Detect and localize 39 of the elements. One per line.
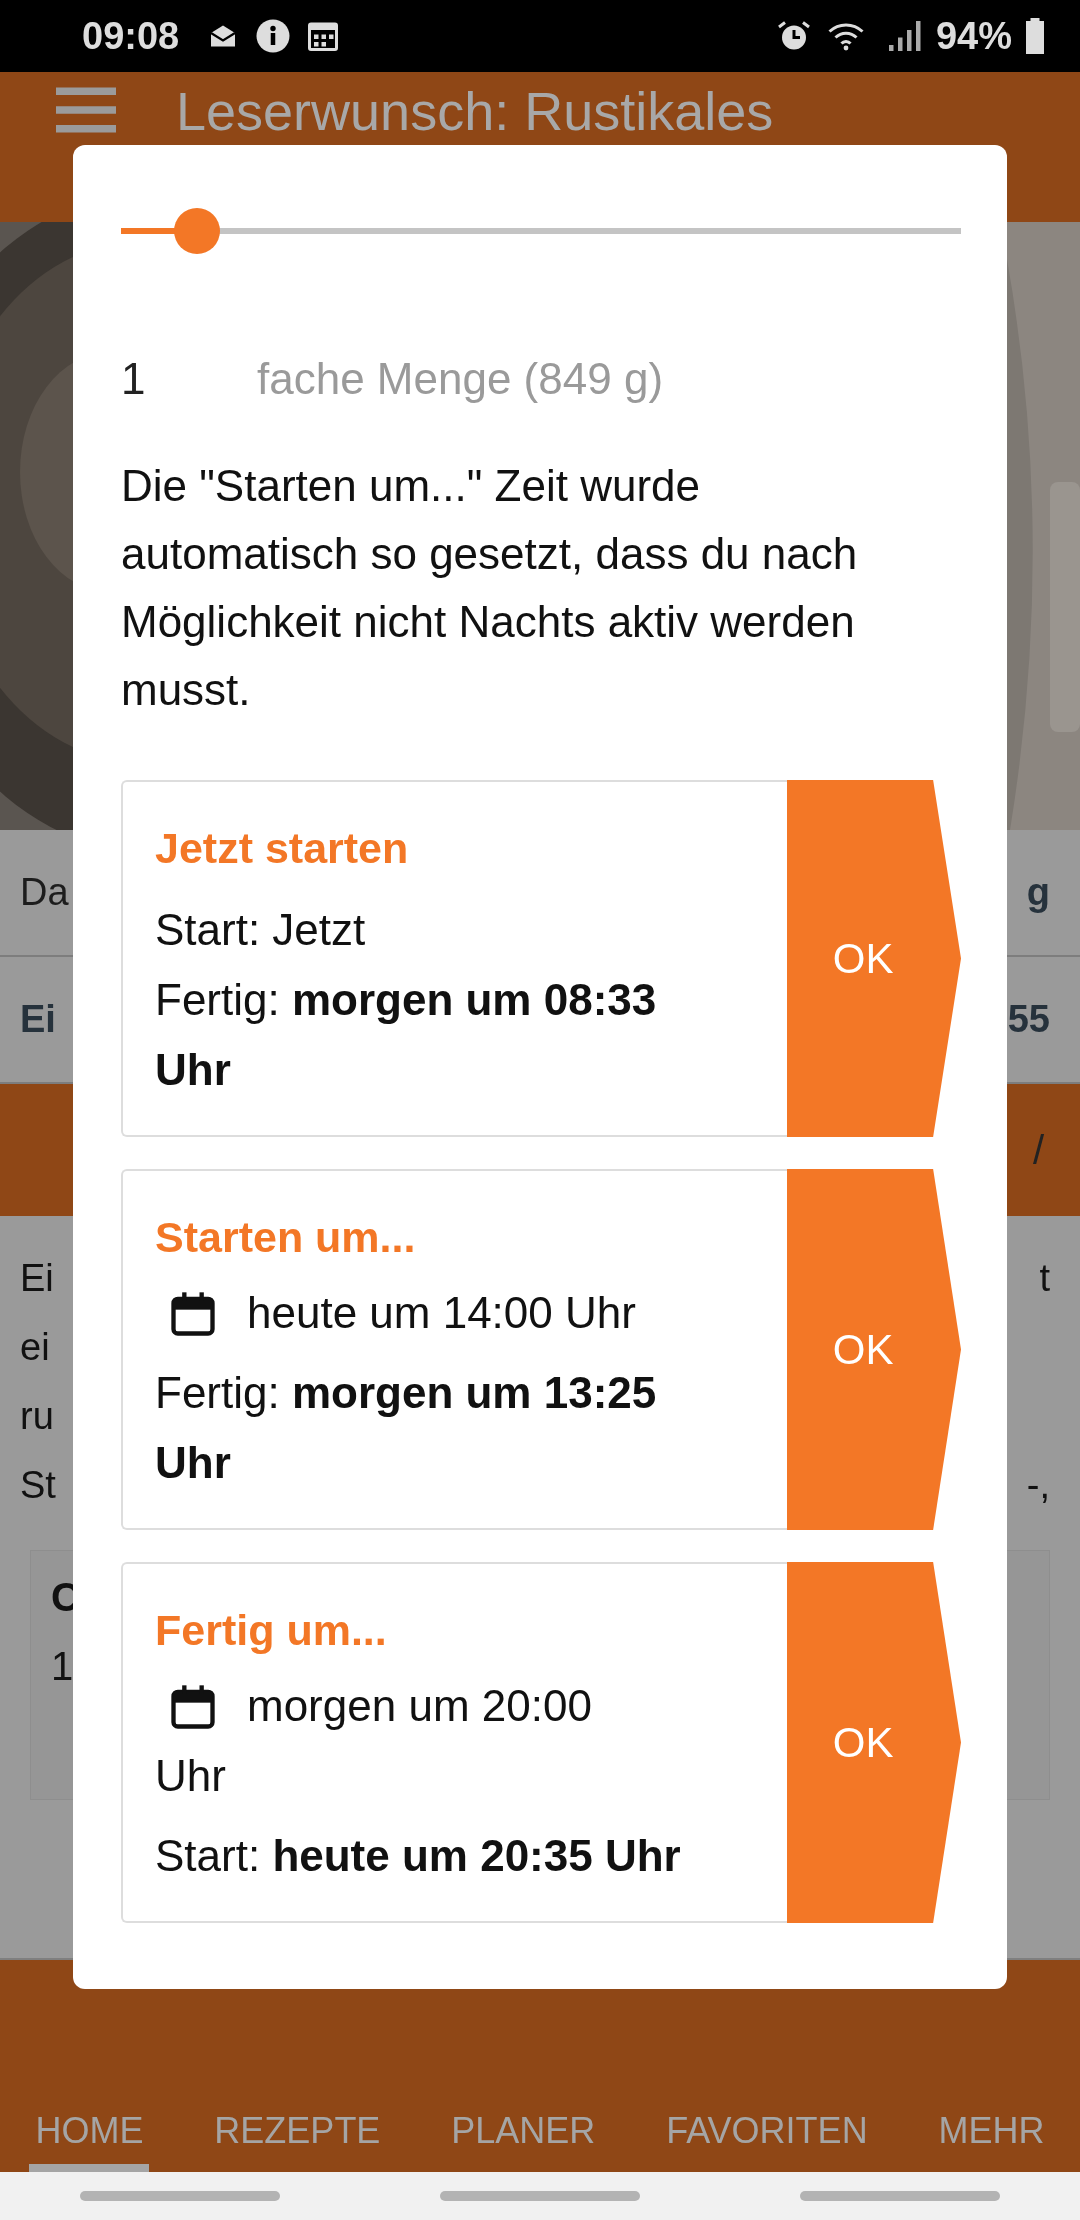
option-detail: Fertig: morgen um 08:33 Uhr [155,974,658,1096]
paragraph-text: t [1039,1257,1050,1300]
row-label: Ei [20,998,56,1041]
paragraph-text: Ei [20,1257,54,1300]
info-icon [255,18,292,54]
paragraph-text: ru [20,1395,54,1438]
ok-button[interactable]: OK [786,780,961,1137]
amount-label: fache Menge (849 g) [257,354,664,404]
paragraph-text: ei [20,1326,50,1369]
gesture-handle[interactable] [440,2191,640,2201]
row-label: Da [20,871,69,914]
gesture-handle[interactable] [800,2191,1000,2201]
gesture-handle[interactable] [80,2191,280,2201]
clock-time: 09:08 [82,14,180,58]
option-detail: Start: heute um 20:35 Uhr [155,1830,682,1882]
date-picker[interactable]: heute um 14:00 Uhr [155,1278,655,1348]
table-cell: 1 [51,1644,74,1689]
option-title: Fertig um... [155,1606,388,1655]
option-detail: Start: Jetzt [155,904,367,956]
ok-button[interactable]: OK [786,1169,961,1530]
battery-percentage: 94% [935,14,1012,58]
paragraph-text: -, [1026,1464,1050,1507]
nav-tab[interactable]: PLANER [445,2110,602,2172]
row-value: 55 [1007,998,1050,1041]
option-title: Starten um... [155,1213,417,1262]
page-title: Leserwunsch: Rustikales [176,80,774,142]
nav-tab[interactable]: FAVORITEN [660,2110,874,2172]
band-text: / [1032,1127,1044,1173]
ok-button[interactable]: OK [786,1562,961,1923]
option-detail: Fertig: morgen um 13:25 Uhr [155,1367,658,1489]
battery-icon [1026,18,1044,54]
nav-tab[interactable]: REZEPTE [208,2110,387,2172]
row-value: g [1026,871,1050,914]
paragraph-text: St [20,1464,56,1507]
info-text: Die "Starten um..." Zeit wurde automatisch so gesetzt, dass du nach Möglichkeit nicht Nachts aktiv werden musst. [121,460,859,716]
nav-tab[interactable]: MEHR [932,2110,1051,2172]
slider-thumb[interactable] [173,208,220,254]
option-title: Jetzt starten [155,824,410,873]
amount-factor: 1 [121,354,147,404]
